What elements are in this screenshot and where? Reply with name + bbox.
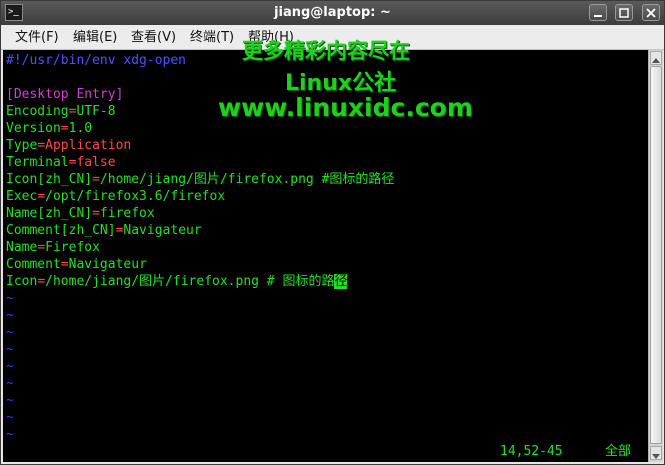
watermark-line-1: 更多精彩内容尽在: [242, 39, 410, 63]
entry-value: Application: [45, 138, 132, 153]
entry-line-current: Icon=/home/jiang/图片/firefox.png # 图标的路径: [6, 274, 348, 289]
vertical-scrollbar[interactable]: [648, 50, 663, 462]
entry-key: Terminal: [6, 155, 69, 170]
cursor-position: 14,52-45: [500, 444, 563, 459]
close-button[interactable]: [642, 4, 660, 21]
entry-key: Encoding: [6, 104, 69, 119]
terminal-icon[interactable]: >_: [5, 4, 23, 21]
empty-line-marker: ~: [6, 342, 14, 357]
entry-key: Comment: [6, 257, 61, 272]
entry-value: Firefox: [45, 240, 100, 255]
scroll-position: 全部: [605, 444, 632, 459]
watermark-line-3: www.linuxidc.com: [218, 93, 473, 122]
empty-line-marker: ~: [6, 359, 14, 374]
empty-line-marker: ~: [6, 427, 14, 442]
section-header: [Desktop Entry]: [6, 87, 124, 102]
entry-key: Icon[zh_CN]: [6, 172, 93, 187]
arrow-down-icon: [652, 454, 660, 459]
entry-line: Name[zh_CN]=firefox: [6, 206, 155, 221]
text-cursor: 径: [334, 274, 348, 289]
maximize-button[interactable]: [615, 4, 634, 21]
entry-line: Type=Application: [6, 138, 132, 153]
entry-line: Name=Firefox: [6, 240, 100, 255]
entry-value: /home/jiang/图片/firefox.png # 图标的路: [45, 274, 335, 289]
entry-value: /opt/firefox3.6/firefox: [45, 189, 226, 204]
empty-line-marker: ~: [6, 393, 14, 408]
entry-key: Exec: [6, 189, 38, 204]
window-controls: [585, 4, 660, 22]
empty-line-marker: ~: [6, 376, 14, 391]
entry-key: Name[zh_CN]: [6, 206, 93, 221]
entry-key: Comment[zh_CN]: [6, 223, 116, 238]
scroll-down-button[interactable]: [650, 446, 662, 460]
minimize-icon: [593, 15, 602, 17]
entry-value: UTF-8: [76, 104, 116, 119]
scrollbar-thumb[interactable]: [650, 66, 662, 444]
entry-value: /home/jiang/图片/firefox.png #图标的路径: [99, 172, 395, 187]
empty-line-marker: ~: [6, 308, 14, 323]
entry-line: Encoding=UTF-8: [6, 104, 116, 119]
entry-value: false: [76, 155, 116, 170]
terminal-window: >_ jiang@laptop: ~ 文件(F) 编辑(E) 查看(V) 终端(…: [0, 0, 665, 465]
menu-terminal[interactable]: 终端(T): [190, 29, 234, 47]
entry-value: 1.0: [68, 121, 93, 136]
menu-view[interactable]: 查看(V): [131, 29, 176, 47]
entry-value: firefox: [99, 206, 155, 221]
maximize-icon: [619, 8, 630, 18]
empty-line-marker: ~: [6, 325, 14, 340]
entry-key: Icon: [6, 274, 38, 289]
entry-key: Type: [6, 138, 38, 153]
minimize-button[interactable]: [588, 4, 607, 21]
empty-line-marker: ~: [6, 410, 14, 425]
shebang-line: #!/usr/bin/env xdg-open: [6, 53, 187, 68]
menu-edit[interactable]: 编辑(E): [73, 29, 117, 47]
entry-value: Navigateur: [123, 223, 202, 238]
close-icon: [646, 8, 656, 18]
entry-line: Comment=Navigateur: [6, 257, 147, 272]
title-bar[interactable]: >_ jiang@laptop: ~: [1, 1, 664, 25]
entry-line: Comment[zh_CN]=Navigateur: [6, 223, 202, 238]
entry-line: Version=1.0: [6, 121, 93, 136]
window-title: jiang@laptop: ~: [274, 5, 391, 20]
entry-line: Terminal=false: [6, 155, 116, 170]
entry-line: Icon[zh_CN]=/home/jiang/图片/firefox.png #…: [6, 172, 395, 187]
entry-key: Version: [6, 121, 61, 136]
menu-file[interactable]: 文件(F): [15, 29, 59, 47]
entry-key: Name: [6, 240, 38, 255]
entry-value: Navigateur: [68, 257, 147, 272]
entry-line: Exec=/opt/firefox3.6/firefox: [6, 189, 226, 204]
scroll-up-button[interactable]: [650, 51, 662, 65]
empty-line-marker: ~: [6, 291, 14, 306]
